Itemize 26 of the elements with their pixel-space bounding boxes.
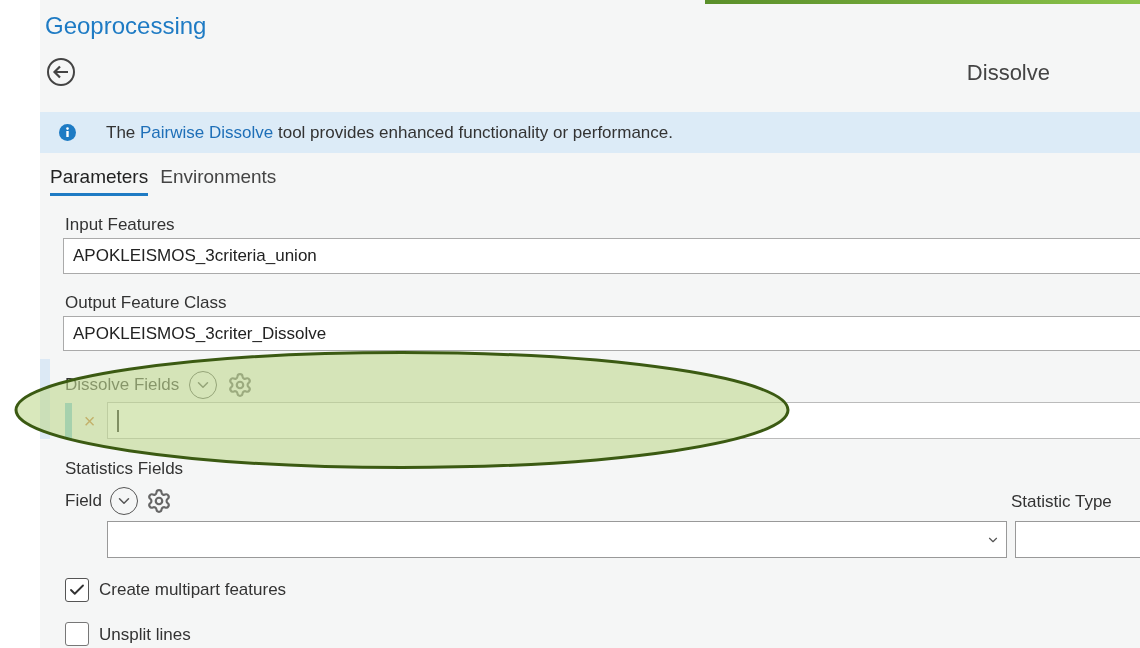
tab[interactable]: Parameters xyxy=(50,162,149,196)
checkbox[interactable] xyxy=(65,622,89,647)
field-label: Field xyxy=(65,490,102,513)
tab[interactable]: Environments xyxy=(160,162,277,196)
field-label: Output Feature Class xyxy=(65,292,228,314)
section-label: Statistics Fields xyxy=(65,459,185,479)
checkbox[interactable] xyxy=(65,577,89,602)
field-label: Dissolve Fields xyxy=(65,374,180,397)
tool-link[interactable]: Pairwise Dissolve xyxy=(140,122,274,142)
field-label: Input Features xyxy=(65,214,176,236)
input-field[interactable] xyxy=(107,402,1140,439)
settings-icon[interactable] xyxy=(145,488,172,514)
back-icon[interactable] xyxy=(46,57,76,87)
text-cursor xyxy=(117,409,119,432)
checkbox-label: Create multipart features xyxy=(99,579,287,601)
pane-title: Geoprocessing xyxy=(45,11,207,41)
row-marker xyxy=(65,402,72,439)
field-dropdown[interactable] xyxy=(107,521,1007,558)
statistic-type-dropdown[interactable] xyxy=(1015,521,1140,558)
tool-name: Dissolve xyxy=(966,58,1050,87)
input-field[interactable]: APOKLEISMOS_3criteria_union xyxy=(63,238,1140,274)
column-label: Statistic Type xyxy=(1011,490,1112,513)
checkbox-label: Unsplit lines xyxy=(99,623,191,646)
info-message: The Pairwise Dissolve tool provides enhanced functionality or performance. xyxy=(106,121,673,144)
info-icon xyxy=(59,124,76,141)
input-field[interactable]: APOKLEISMOS_3criter_Dissolve xyxy=(63,316,1140,351)
